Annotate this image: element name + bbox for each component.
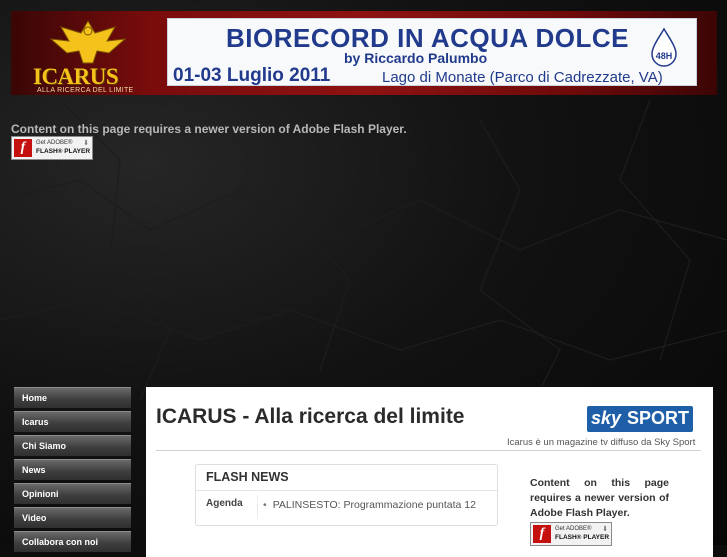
sidebar-nav: Home Icarus Chi Siamo News Opinioni Vide… — [14, 387, 131, 555]
get-flash-line1: Get ADOBE® — [36, 140, 73, 146]
flash-news-label: Agenda — [206, 498, 243, 509]
side-get-flash-player-button[interactable]: f Get ADOBE® FLASH® PLAYER ⬇ — [530, 522, 612, 546]
page-title: ICARUS - Alla ricerca del limite — [156, 405, 465, 428]
get-flash-line2: FLASH® PLAYER — [555, 534, 610, 541]
flash-news-separator — [257, 495, 258, 519]
winged-figure-icon — [49, 20, 127, 64]
flash-news-header: FLASH NEWS — [196, 465, 497, 491]
nav-item-news[interactable]: News — [14, 459, 131, 480]
flash-news-title: FLASH NEWS — [206, 470, 289, 484]
flash-news-item[interactable]: • PALINSESTO: Programmazione puntata 12 — [263, 499, 476, 511]
title-divider — [156, 450, 701, 451]
nav-item-icarus[interactable]: Icarus — [14, 411, 131, 432]
get-flash-line2: FLASH® PLAYER — [36, 148, 91, 155]
banner-subtitle: by Riccardo Palumbo — [344, 50, 488, 66]
sky-logo-sky: sky — [591, 408, 622, 428]
nav-item-collabora[interactable]: Collabora con noi — [14, 531, 131, 552]
water-drop-icon: 48H — [651, 27, 677, 67]
nav-item-chi-siamo[interactable]: Chi Siamo — [14, 435, 131, 456]
download-arrow-icon: ⬇ — [83, 140, 89, 147]
nav-item-home[interactable]: Home — [14, 387, 131, 408]
flash-icon: f — [533, 525, 551, 543]
logo-tagline: ALLA RICERCA DEL LIMITE — [37, 87, 134, 94]
event-banner[interactable]: BIORECORD IN ACQUA DOLCE by Riccardo Pal… — [167, 18, 697, 86]
flash-required-message: Content on this page requires a newer ve… — [11, 122, 407, 136]
banner-location: Lago di Monate (Parco di Cadrezzate, VA) — [382, 69, 663, 86]
flash-news-item-text: PALINSESTO: Programmazione puntata 12 — [272, 499, 476, 511]
get-flash-player-button[interactable]: f Get ADOBE® FLASH® PLAYER ⬇ — [11, 136, 93, 160]
download-arrow-icon: ⬇ — [602, 526, 608, 533]
badge-text: 48H — [656, 51, 673, 61]
nav-item-video[interactable]: Video — [14, 507, 131, 528]
sky-tagline: Icarus è un magazine tv diffuso da Sky S… — [507, 437, 696, 448]
sky-logo-sport: SPORT — [627, 408, 690, 428]
flash-icon: f — [14, 139, 32, 157]
banner-dates: 01-03 Luglio 2011 — [173, 65, 331, 86]
side-flash-message: Content on this page requires a newer ve… — [530, 477, 669, 519]
bullet-icon: • — [263, 499, 267, 511]
sky-sport-logo[interactable]: sky SPORT — [587, 406, 693, 432]
nav-item-opinioni[interactable]: Opinioni — [14, 483, 131, 504]
get-flash-line1: Get ADOBE® — [555, 526, 592, 532]
main-content: ICARUS - Alla ricerca del limite sky SPO… — [146, 387, 713, 557]
site-header: ICARUS ALLA RICERCA DEL LIMITE BIORECORD… — [11, 11, 717, 95]
flash-news-box: FLASH NEWS Agenda • PALINSESTO: Programma… — [195, 464, 498, 526]
icarus-logo[interactable]: ICARUS ALLA RICERCA DEL LIMITE — [21, 17, 155, 94]
